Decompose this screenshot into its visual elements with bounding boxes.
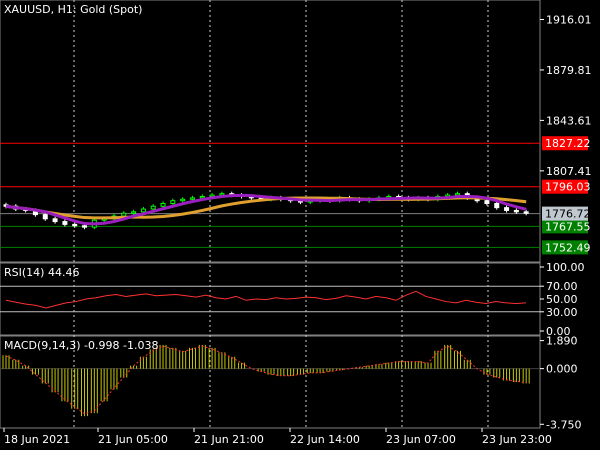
ma-slow-line: [5, 196, 527, 220]
candle-body: [150, 205, 156, 210]
time-axis: 18 Jun 2021 21 Jun 05:00 21 Jun 21:00 22 Ju…: [3, 428, 552, 446]
candle-body: [52, 218, 58, 223]
candle-body: [189, 197, 195, 200]
rsi-tick-label: 50.00: [546, 293, 578, 306]
candle-body: [454, 193, 460, 196]
price-axis: 1827.22 1796.03 1767.55 1752.49 1776.72 1916.…: [540, 13, 592, 431]
candle-body: [523, 211, 529, 214]
rsi-tick-label: 30.00: [546, 306, 578, 319]
level-tag-label: 1827.22: [545, 137, 591, 150]
macd-tick-label: 1.890: [546, 335, 578, 348]
price-tick-label: 1916.01: [546, 13, 592, 26]
chart-title: XAUUSD, H1: Gold (Spot): [4, 3, 142, 16]
level-tag-label: 1752.49: [545, 241, 591, 254]
candle-body: [513, 209, 519, 213]
macd-label: MACD(9,14,3) -0.998 -1.038: [4, 339, 158, 352]
rsi-tick-label: 70.00: [546, 280, 578, 293]
candle-body: [62, 221, 68, 225]
moving-averages: [5, 193, 527, 226]
level-tag-label: 1796.03: [545, 181, 591, 194]
candle-body: [140, 208, 146, 213]
chart-canvas[interactable]: 1827.22 1796.03 1767.55 1752.49 1776.72 1916.…: [0, 0, 600, 450]
candle-body: [180, 198, 186, 202]
candle-body: [494, 202, 500, 209]
time-label: 18 Jun 2021: [4, 433, 70, 446]
level-tag-label: 1767.55: [545, 220, 591, 233]
time-label: 21 Jun 05:00: [98, 433, 168, 446]
candle-body: [484, 200, 490, 204]
time-label: 23 Jun 23:00: [482, 433, 552, 446]
rsi-plot: [0, 285, 540, 313]
macd-plot: [0, 344, 540, 417]
candle-body: [504, 207, 510, 211]
current-price-label: 1776.72: [545, 208, 591, 221]
candle-body: [82, 225, 88, 228]
time-label: 22 Jun 14:00: [290, 433, 360, 446]
macd-tick-label: 0.000: [546, 363, 578, 376]
candle-body: [170, 200, 176, 204]
candle-body: [131, 211, 137, 214]
price-tick-label: 1879.81: [546, 64, 592, 77]
macd-tick-label: -3.750: [546, 418, 581, 431]
candle-body: [42, 214, 48, 220]
candle-body: [72, 223, 78, 227]
rsi-line: [5, 290, 527, 309]
candle-body: [160, 202, 166, 207]
price-tick-label: 1807.41: [546, 165, 592, 178]
candle-body: [199, 196, 205, 199]
price-tick-label: 1843.61: [546, 114, 592, 127]
candle-body: [121, 212, 127, 217]
time-label: 21 Jun 21:00: [194, 433, 264, 446]
rsi-label: RSI(14) 44.46: [4, 266, 79, 279]
trading-chart[interactable]: 1827.22 1796.03 1767.55 1752.49 1776.72 1916.…: [0, 0, 600, 450]
time-label: 23 Jun 07:00: [386, 433, 456, 446]
rsi-tick-label: 100.00: [546, 261, 585, 274]
